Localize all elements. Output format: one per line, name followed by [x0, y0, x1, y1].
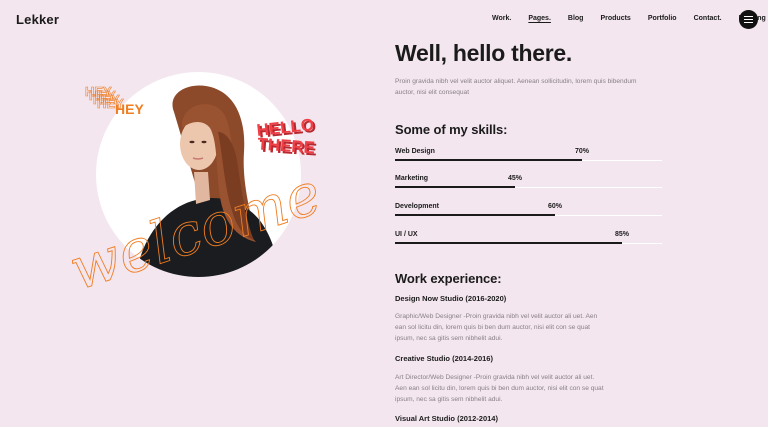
skill-label: Development: [395, 203, 439, 210]
skill-web-design: Web Design 70%: [395, 148, 662, 162]
skill-progress-bar: [395, 214, 555, 216]
welcome-script: welcome: [61, 158, 329, 304]
job-description: Graphic/Web Designer -Proin gravida nibh…: [395, 313, 598, 342]
nav-item-portfolio[interactable]: Portfolio: [648, 15, 677, 22]
nav-item-work[interactable]: Work.: [492, 15, 511, 22]
hey-sticker-solid: HEY: [115, 101, 144, 117]
skill-label: UI / UX: [395, 231, 418, 238]
nav-item-pages[interactable]: Pages.: [528, 15, 551, 22]
site-logo[interactable]: Lekker: [16, 12, 59, 27]
job-title: Visual Art Studio (2012-2014): [395, 414, 498, 423]
hamburger-menu-button[interactable]: [739, 10, 758, 29]
hero-illustration: HEY HEY HEY HEY HEY HELLO HELLO THERE TH…: [55, 68, 355, 304]
main-nav: Work. Pages. Blog Products Portfolio Con…: [492, 15, 768, 22]
welcome-script-text: welcome: [61, 159, 329, 304]
experience-heading: Work experience:: [395, 271, 502, 286]
intro-paragraph: Proin gravida nibh vel velit auctor aliq…: [395, 78, 637, 96]
page-title: Well, hello there.: [395, 40, 572, 66]
skill-development: Development 60%: [395, 203, 662, 217]
hamburger-icon: [744, 16, 753, 18]
hey-sticker: HEY HEY HEY HEY HEY: [85, 84, 145, 117]
there-sticker-text: THERE: [257, 134, 316, 157]
skill-progress-bar: [395, 159, 582, 161]
skill-percent: 85%: [615, 231, 630, 238]
skill-marketing: Marketing 45%: [395, 175, 662, 189]
skill-percent: 70%: [575, 148, 590, 155]
nav-item-blog[interactable]: Blog: [568, 15, 584, 22]
skill-label: Marketing: [395, 175, 429, 182]
job-title: Creative Studio (2014-2016): [395, 354, 493, 363]
skill-ui-ux: UI / UX 85%: [395, 231, 662, 245]
nav-item-contact[interactable]: Contact.: [694, 15, 722, 22]
hamburger-icon-line: [744, 22, 753, 24]
skill-percent: 45%: [508, 175, 523, 182]
skill-percent: 60%: [548, 203, 563, 210]
skill-progress-bar: [395, 242, 622, 244]
skills-heading: Some of my skills:: [395, 122, 508, 137]
skill-label: Web Design: [395, 148, 435, 155]
nav-item-products[interactable]: Products: [600, 15, 630, 22]
hamburger-icon-line: [744, 19, 753, 21]
job-description: Art Director/Web Designer -Proin gravida…: [395, 374, 604, 403]
skill-progress-bar: [395, 186, 515, 188]
job-title: Design Now Studio (2016-2020): [395, 294, 507, 303]
hello-there-sticker: HELLO HELLO THERE THERE: [256, 115, 318, 159]
